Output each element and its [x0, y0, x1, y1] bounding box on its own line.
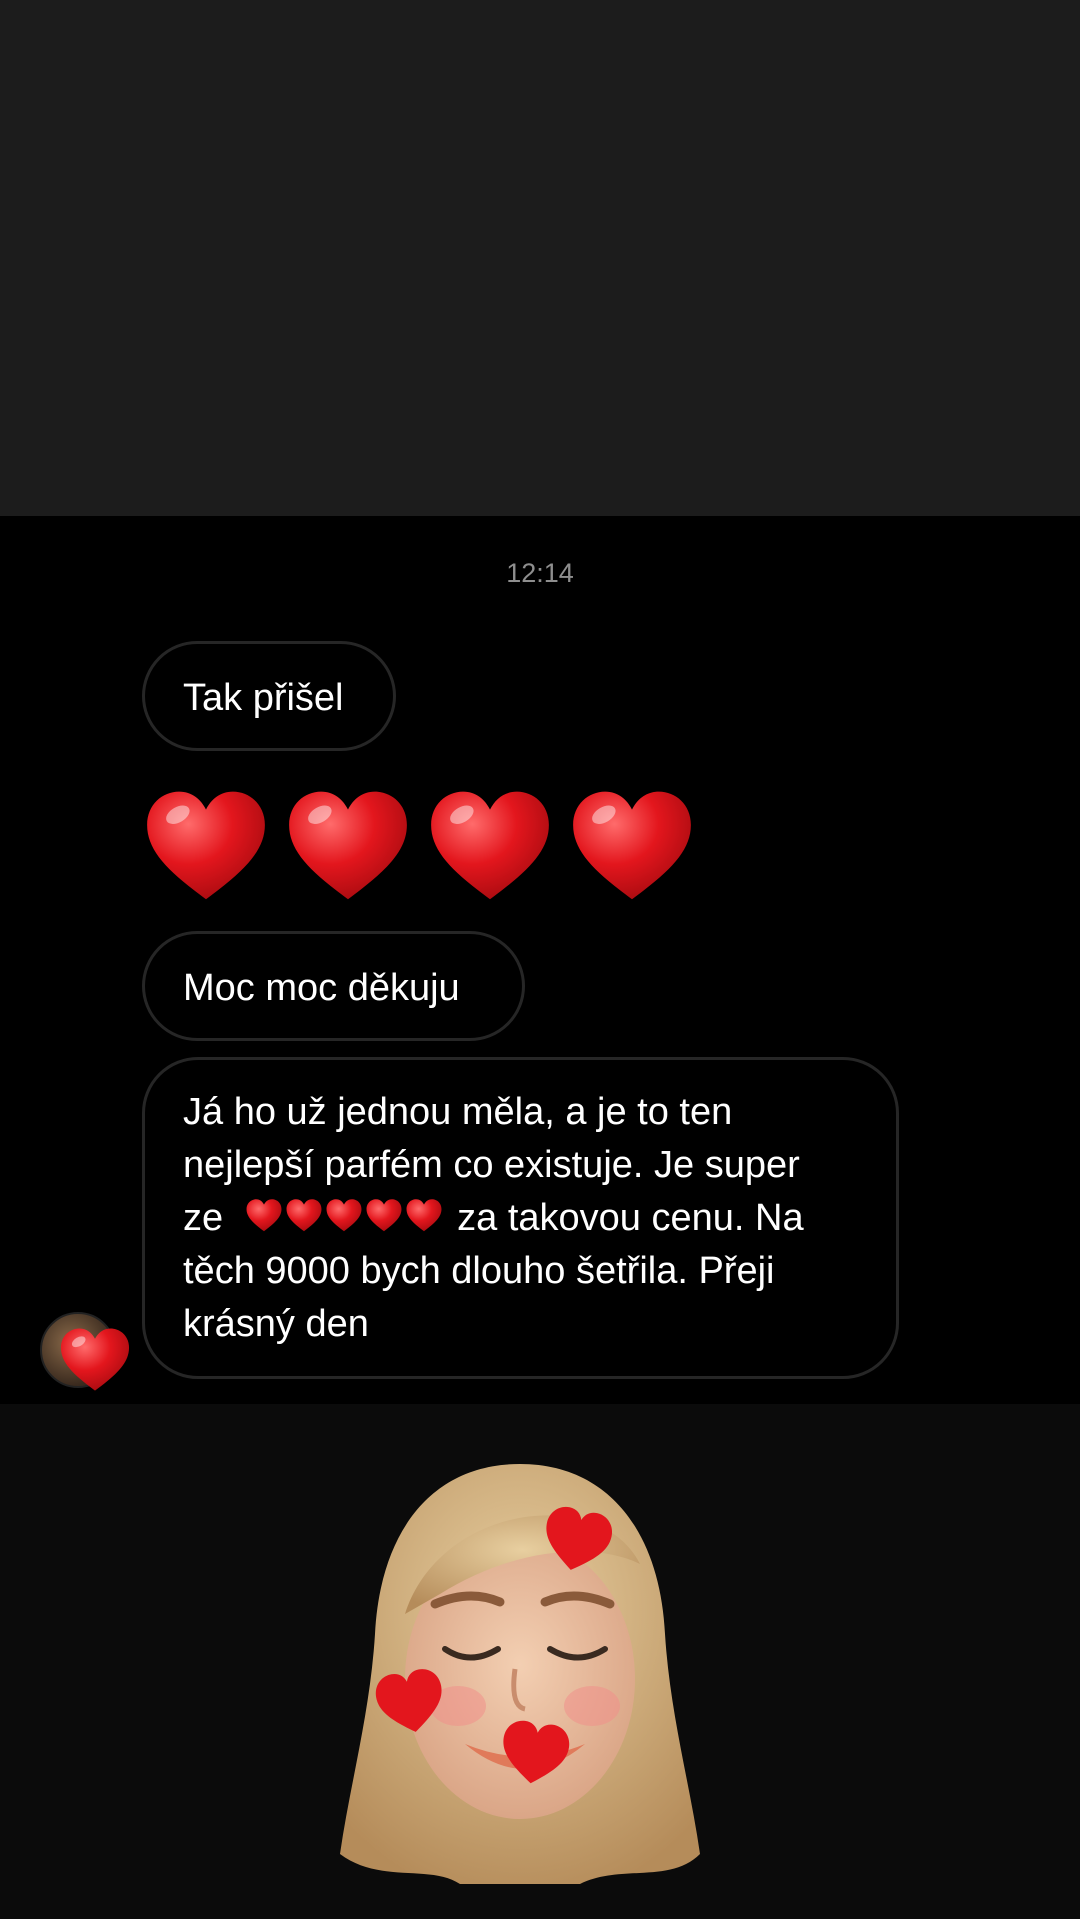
message-line: nejlepší parfém co existuje. Je super: [183, 1144, 800, 1186]
avatar[interactable]: [40, 1312, 130, 1391]
heart-icon: [286, 1199, 322, 1232]
message-text: ze: [183, 1197, 224, 1239]
message-bubble-3[interactable]: Já ho už jednou měla, a je to ten nejlep…: [142, 1057, 899, 1379]
message-line: krásný den: [183, 1303, 369, 1345]
heart-icon: [289, 791, 407, 900]
message-bubble-1[interactable]: Tak přišel: [142, 641, 396, 751]
heart-icon: [431, 791, 549, 900]
blank-header-area: [0, 0, 1080, 516]
heart-icon: [406, 1199, 442, 1232]
message-line: Já ho už jednou měla, a je to ten: [183, 1091, 733, 1133]
message-timestamp: 12:14: [506, 558, 574, 588]
message-text: za takovou cenu. Na: [457, 1197, 804, 1239]
sticker-area: [0, 1404, 1080, 1919]
heart-icon: [246, 1199, 282, 1232]
heart-icon: [573, 791, 691, 900]
inline-hearts: [245, 1197, 443, 1235]
heart-icon: [326, 1199, 362, 1232]
message-text: Tak přišel: [183, 677, 344, 719]
emoji-message-hearts[interactable]: [142, 784, 696, 914]
heart-reaction-icon[interactable]: [58, 1324, 132, 1398]
heart-icon: [147, 791, 265, 900]
message-text: Moc moc děkuju: [183, 967, 460, 1009]
message-bubble-2[interactable]: Moc moc děkuju: [142, 931, 525, 1041]
chat-thread[interactable]: 12:14 Tak přišel Moc moc děkuju Já ho už…: [0, 516, 1080, 1404]
message-line: ze za takovou cenu. Na: [183, 1192, 858, 1245]
heart-icon: [366, 1199, 402, 1232]
memoji-with-hearts-icon: [340, 1464, 700, 1884]
message-line: těch 9000 bych dlouho šetřila. Přeji: [183, 1250, 775, 1292]
